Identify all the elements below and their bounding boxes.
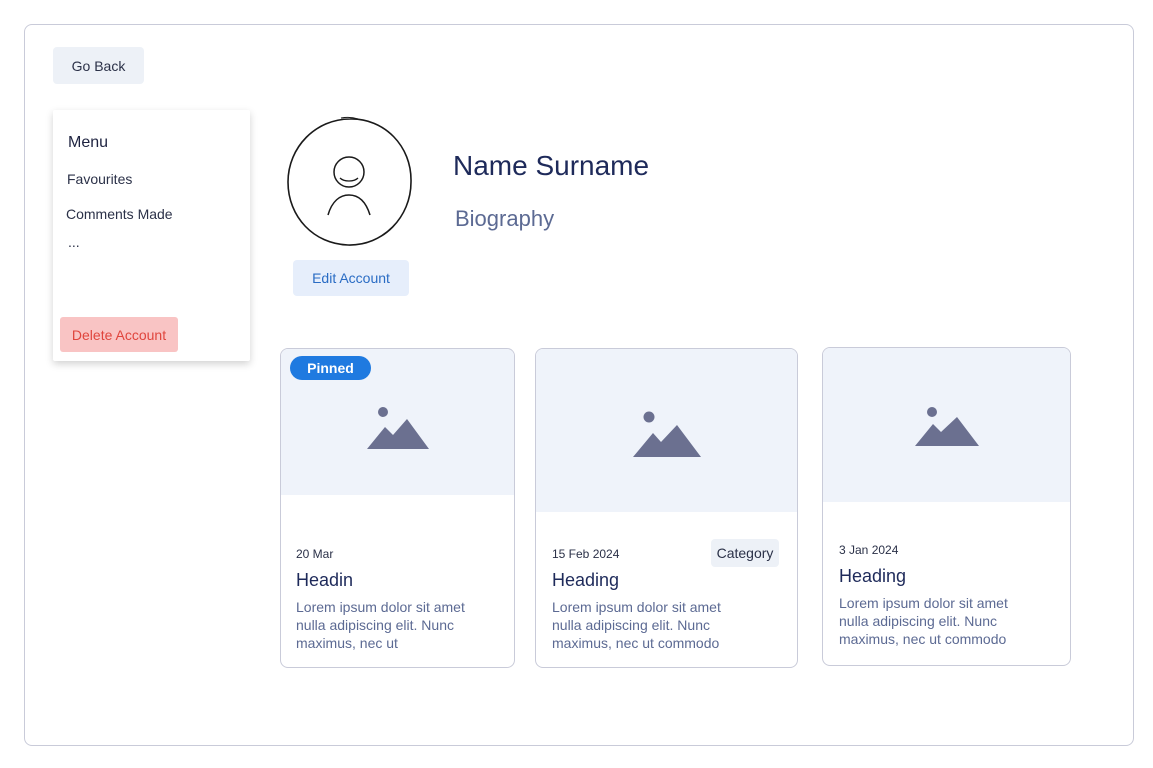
- menu-item-comments-made[interactable]: Comments Made: [66, 206, 173, 222]
- user-avatar-icon: [286, 116, 414, 248]
- card-body: Lorem ipsum dolor sit amet nulla adipisc…: [552, 599, 721, 651]
- card-image-placeholder: [823, 348, 1070, 502]
- menu-item-favourites[interactable]: Favourites: [67, 171, 132, 187]
- card-date: 20 Mar: [296, 547, 334, 561]
- image-placeholder-icon: [366, 407, 429, 449]
- menu-title: Menu: [68, 134, 109, 151]
- image-placeholder-icon: [632, 411, 701, 457]
- go-back-button[interactable]: Go Back: [53, 47, 144, 84]
- category-tag[interactable]: Category: [711, 539, 779, 567]
- post-card[interactable]: Pinned 20 Mar Headin Lorem ipsum dolor s…: [280, 348, 515, 668]
- card-body: Lorem ipsum dolor sit amet nulla adipisc…: [839, 595, 1008, 647]
- card-body: Lorem ipsum dolor sit amet nulla adipisc…: [296, 599, 465, 651]
- card-image-placeholder: [536, 349, 797, 512]
- side-menu: Menu Favourites Comments Made ... Delete…: [53, 110, 250, 361]
- image-placeholder-icon: [914, 407, 979, 446]
- card-date: 15 Feb 2024: [552, 547, 620, 561]
- menu-item-more[interactable]: ...: [68, 234, 80, 250]
- profile-name: Name Surname: [453, 150, 650, 181]
- profile-biography: Biography: [455, 206, 555, 231]
- post-card[interactable]: 3 Jan 2024 Heading Lorem ipsum dolor sit…: [822, 347, 1071, 666]
- pinned-badge: Pinned: [290, 356, 371, 380]
- delete-account-button[interactable]: Delete Account: [60, 317, 178, 352]
- card-heading: Heading: [552, 570, 620, 590]
- edit-account-button[interactable]: Edit Account: [293, 260, 409, 296]
- post-card[interactable]: Category 15 Feb 2024 Heading Lorem ipsum…: [535, 348, 798, 668]
- card-date: 3 Jan 2024: [839, 543, 899, 557]
- card-heading: Headin: [296, 570, 354, 590]
- card-heading: Heading: [839, 566, 907, 586]
